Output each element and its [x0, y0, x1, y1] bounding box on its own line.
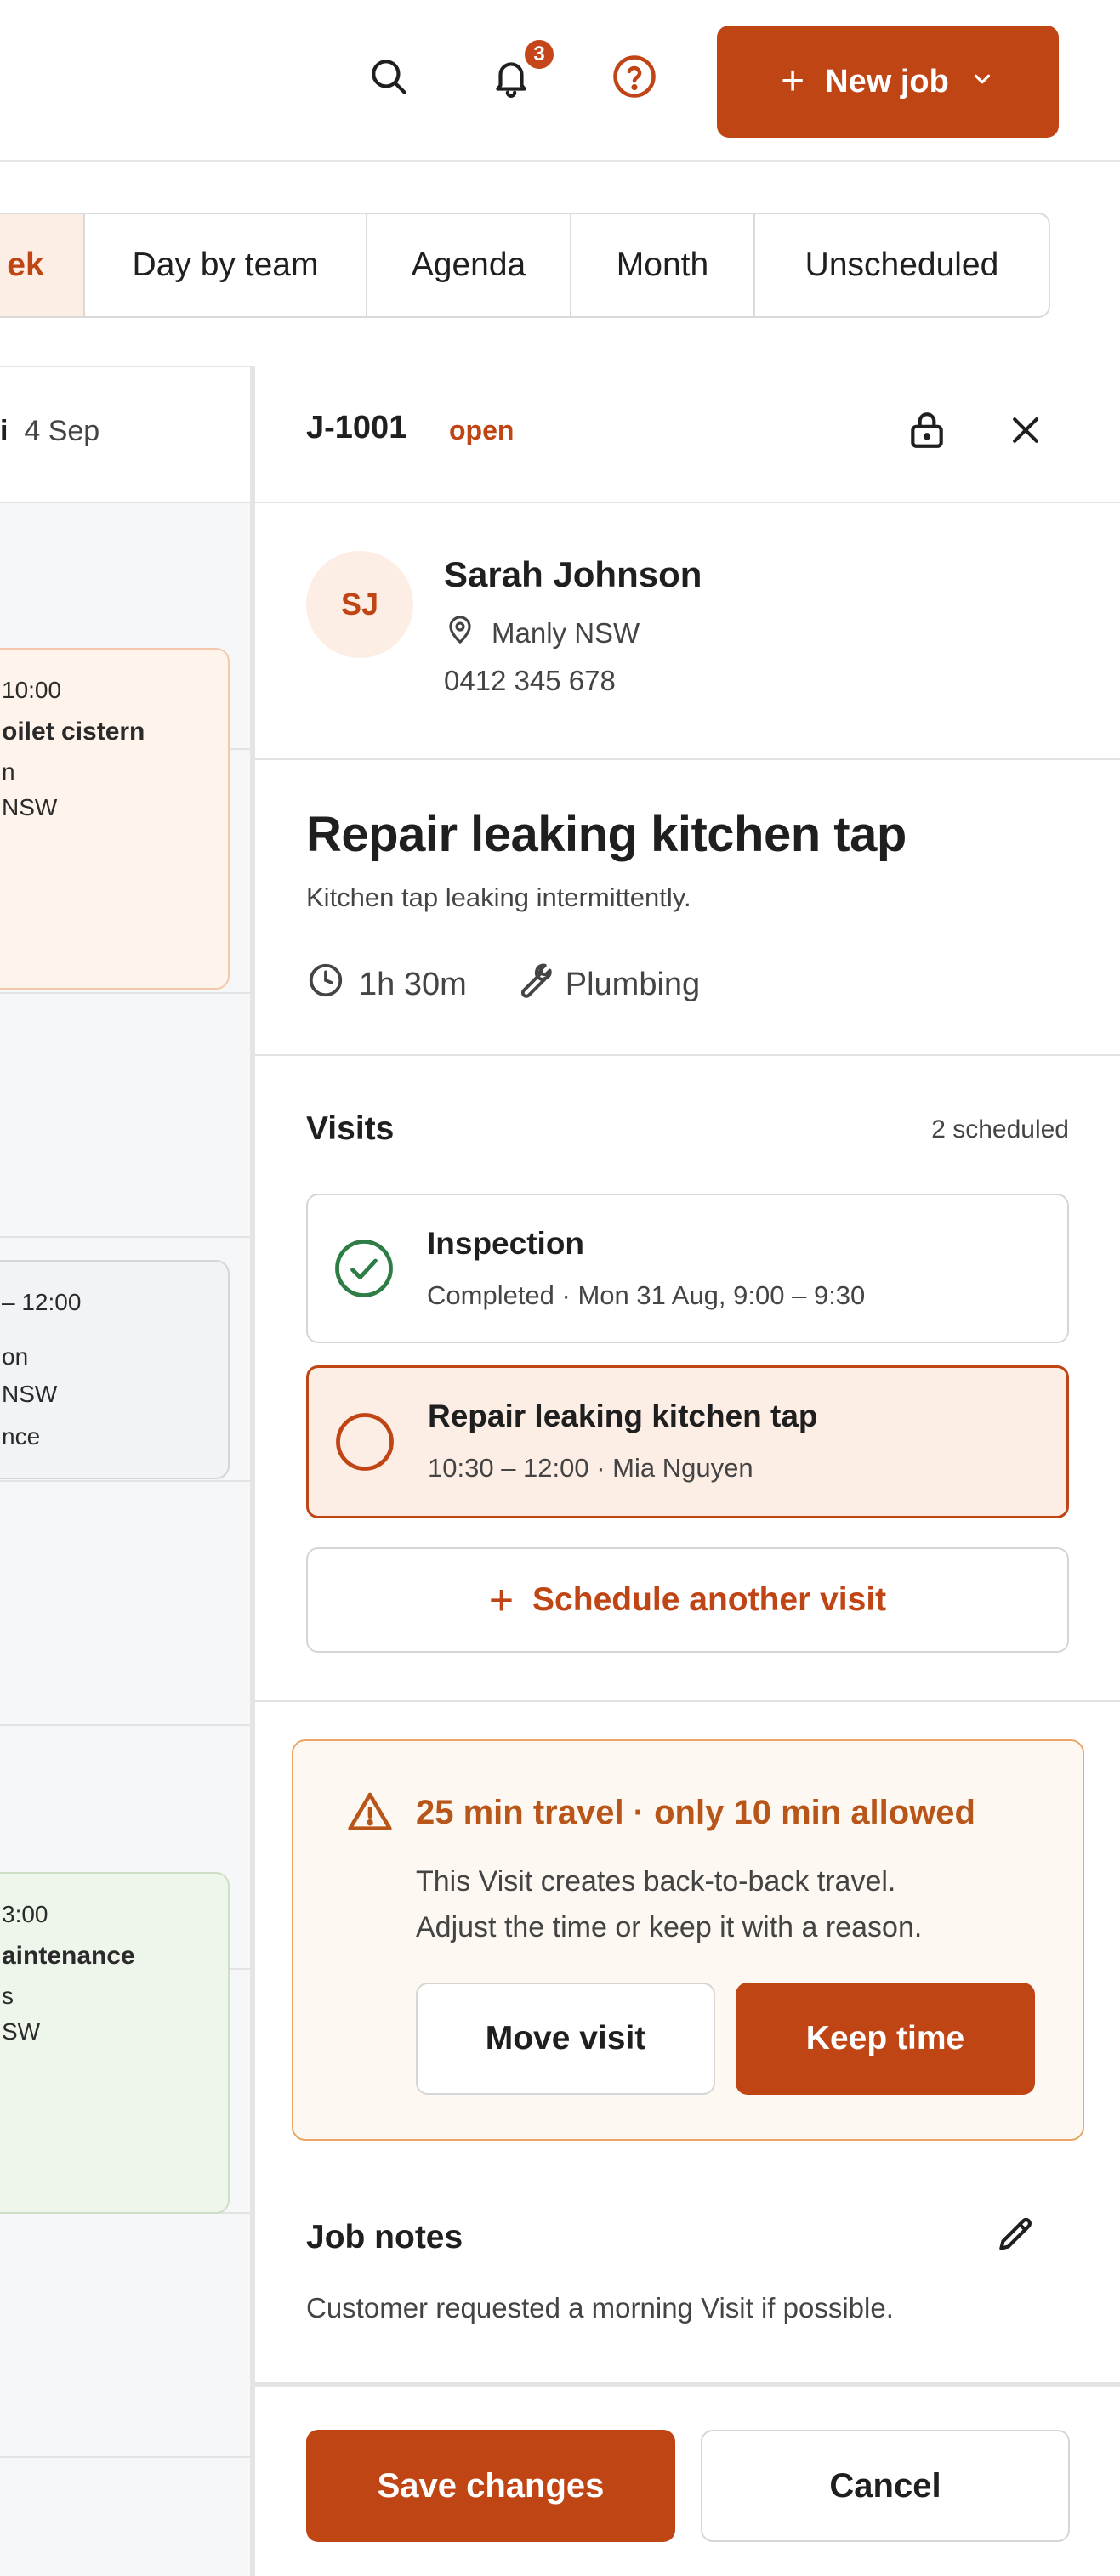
hour-line: [0, 1724, 252, 1726]
move-visit-button[interactable]: Move visit: [416, 1983, 715, 2095]
calendar-event-card[interactable]: 3:00 aintenance s SW: [0, 1872, 230, 2214]
event-title: aintenance: [2, 1942, 135, 1970]
hour-line: [0, 2456, 252, 2458]
visit-item[interactable]: Inspection Completed · Mon 31 Aug, 9:00 …: [306, 1194, 1069, 1343]
warning-icon: [346, 1789, 394, 1836]
section-divider: [255, 1700, 1120, 1702]
calendar-event-card[interactable]: 10:00 oilet cistern n NSW: [0, 648, 230, 990]
new-job-label: New job: [825, 63, 949, 99]
chevron-down-icon[interactable]: [969, 64, 995, 100]
help-icon[interactable]: [607, 49, 662, 104]
job-trade: Plumbing: [565, 966, 701, 1002]
event-line: n: [2, 758, 15, 785]
check-circle-icon: [333, 1238, 395, 1299]
event-line: SW: [2, 2018, 41, 2045]
job-id: J-1001: [306, 410, 407, 445]
keep-time-button[interactable]: Keep time: [736, 1983, 1035, 2095]
clock-icon: [306, 961, 345, 1008]
job-meta: 1h 30m Plumbing: [306, 961, 746, 1008]
warning-line: Adjust the time or keep it with a reason…: [416, 1911, 923, 1943]
section-divider: [255, 502, 1120, 503]
schedule-visit-button[interactable]: + Schedule another visit: [306, 1547, 1069, 1653]
schedule-visit-label: Schedule another visit: [532, 1581, 887, 1618]
calendar-day-header: i 4 Sep: [0, 367, 252, 503]
plus-icon: +: [488, 1576, 515, 1624]
event-time: 10:00: [2, 677, 62, 703]
customer-name[interactable]: Sarah Johnson: [444, 554, 702, 595]
visit-item-selected[interactable]: Repair leaking kitchen tap 10:30 – 12:00…: [306, 1365, 1069, 1518]
status-badge: open: [449, 415, 515, 445]
location-text: Manly NSW: [492, 617, 640, 649]
job-notes-heading: Job notes: [306, 2219, 463, 2255]
calendar-column: i 4 Sep 10:00 oilet cistern n NSW – 12:0…: [0, 366, 252, 2576]
close-icon[interactable]: [1000, 405, 1051, 456]
section-divider: [255, 758, 1120, 760]
tab-week[interactable]: ek: [0, 214, 85, 316]
visit-title: Repair leaking kitchen tap: [428, 1399, 818, 1433]
section-divider: [255, 1054, 1120, 1056]
event-title: oilet cistern: [2, 718, 145, 746]
view-tabs: ek Day by team Agenda Month Unscheduled: [0, 213, 1050, 318]
avatar: SJ: [306, 551, 413, 658]
tab-day-by-team[interactable]: Day by team: [85, 214, 367, 316]
job-duration: 1h 30m: [359, 966, 467, 1002]
hour-line: [0, 1480, 252, 1482]
event-line: nce: [2, 1423, 41, 1450]
travel-warning: 25 min travel · only 10 min allowed This…: [292, 1739, 1084, 2141]
plus-icon: +: [781, 59, 805, 104]
event-time: 3:00: [2, 1901, 48, 1927]
visit-subtitle: Completed · Mon 31 Aug, 9:00 – 9:30: [427, 1280, 866, 1310]
visit-subtitle: 10:30 – 12:00 · Mia Nguyen: [428, 1453, 753, 1483]
warning-title: 25 min travel · only 10 min allowed: [416, 1794, 975, 1831]
event-line: NSW: [2, 794, 58, 820]
event-line: s: [2, 1983, 14, 2009]
warning-line: This Visit creates back-to-back travel.: [416, 1865, 896, 1898]
tab-month[interactable]: Month: [571, 214, 755, 316]
notification-badge: 3: [522, 37, 556, 71]
customer-phone[interactable]: 0412 345 678: [444, 665, 616, 697]
job-detail-panel: J-1001 open SJ Sarah Johnson Manly NSW 0…: [255, 366, 1120, 2576]
new-job-button[interactable]: + New job: [717, 26, 1059, 138]
tab-unscheduled[interactable]: Unscheduled: [755, 214, 1049, 316]
hour-line: [0, 1236, 252, 1238]
event-time: – 12:00: [2, 1289, 82, 1315]
wrench-icon: [513, 961, 552, 1008]
tab-agenda[interactable]: Agenda: [367, 214, 571, 316]
event-line: NSW: [2, 1381, 58, 1407]
hour-line: [0, 992, 252, 994]
visit-title: Inspection: [427, 1226, 585, 1261]
customer-location: Manly NSW: [444, 614, 640, 653]
job-title: Repair leaking kitchen tap: [306, 807, 907, 862]
search-icon[interactable]: [361, 49, 416, 104]
save-changes-button[interactable]: Save changes: [306, 2430, 675, 2542]
visits-count: 2 scheduled: [931, 1115, 1069, 1143]
job-description: Kitchen tap leaking intermittently.: [306, 882, 691, 912]
warning-body: This Visit creates back-to-back travel. …: [416, 1858, 922, 1950]
pencil-icon[interactable]: [990, 2210, 1041, 2261]
map-pin-icon: [444, 614, 476, 653]
empty-circle-icon: [334, 1411, 395, 1472]
panel-footer: Save changes Cancel: [255, 2382, 1120, 2576]
top-header: 3 + New job: [0, 0, 1120, 162]
event-line: on: [2, 1343, 29, 1370]
lock-icon[interactable]: [901, 405, 952, 456]
cancel-button[interactable]: Cancel: [701, 2430, 1070, 2542]
day-label: i 4 Sep: [0, 415, 100, 447]
calendar-event-card[interactable]: – 12:00 on NSW nce: [0, 1260, 230, 1479]
job-notes-text: Customer requested a morning Visit if po…: [306, 2292, 894, 2324]
visits-heading: Visits: [306, 1110, 395, 1147]
